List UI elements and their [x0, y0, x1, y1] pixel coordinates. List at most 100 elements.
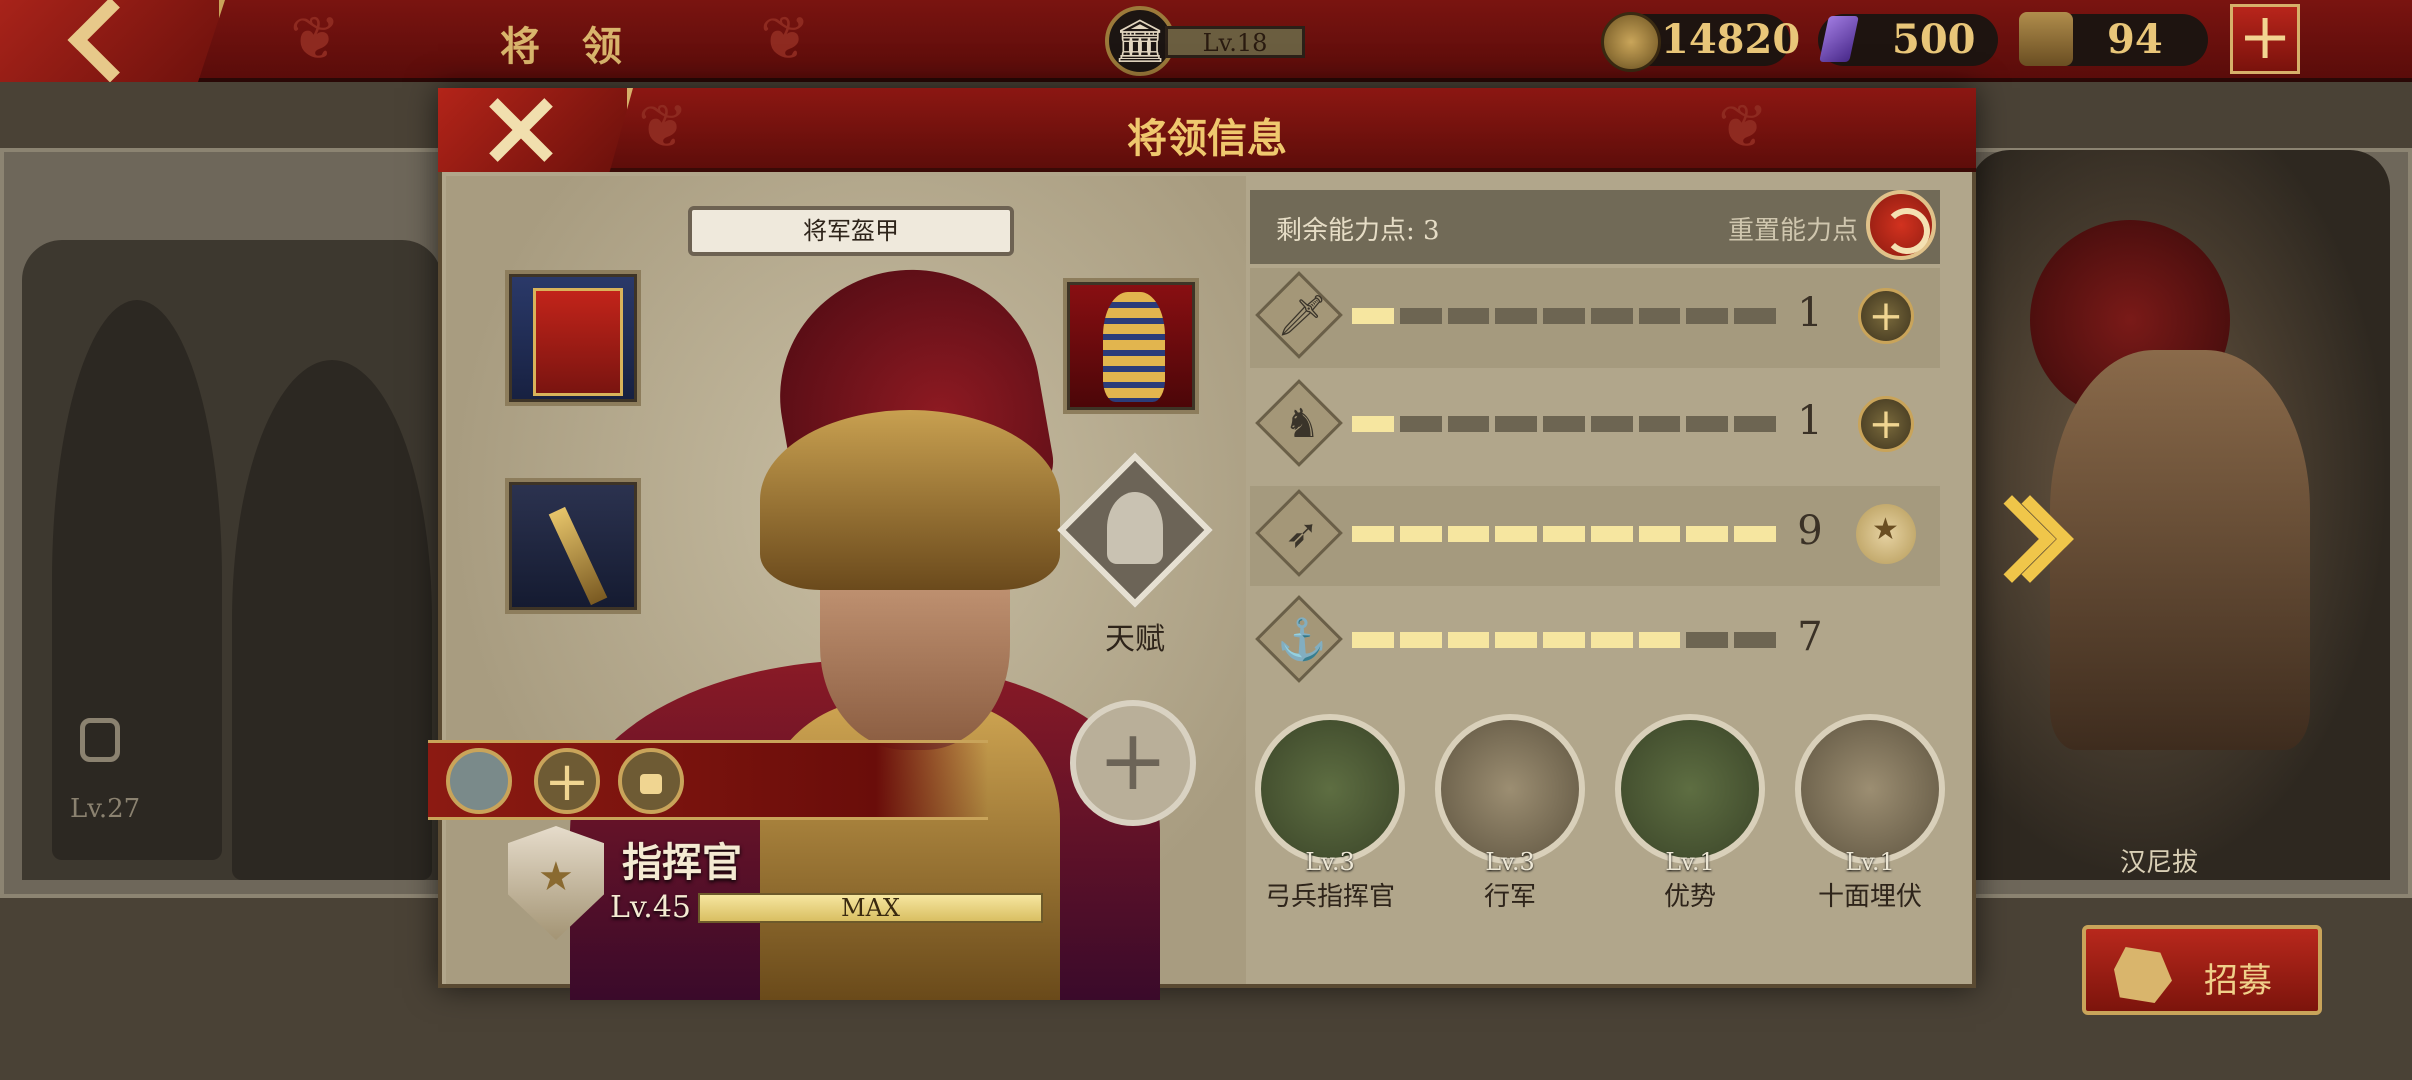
locked-general-card[interactable] — [22, 240, 442, 880]
page-title: 将 领 — [500, 23, 636, 70]
chevron-left-icon — [67, 0, 153, 82]
laurel-icon: ❦ — [290, 4, 341, 74]
bar-segment — [1638, 416, 1681, 432]
lock-icon — [80, 718, 120, 762]
standard-equipment-slot[interactable] — [505, 478, 641, 614]
lock-icon[interactable] — [618, 748, 684, 814]
recruit-button[interactable]: 招募 — [2082, 925, 2322, 1015]
spqr-amount: 94 — [2107, 16, 2163, 63]
bar-segment — [1590, 308, 1633, 324]
stat-value: 1 — [1797, 290, 1823, 336]
bar-segment — [1352, 308, 1394, 324]
helmet — [760, 410, 1060, 590]
horse-icon: ♞ — [1284, 401, 1320, 447]
bar-segment — [1543, 308, 1585, 324]
skill-name: 弓兵指挥官 — [1264, 882, 1395, 912]
add-resource-button[interactable]: + — [2230, 4, 2300, 74]
bar-segment — [1686, 526, 1729, 542]
bar-segment — [1638, 632, 1681, 648]
recruit-label: 招募 — [2204, 961, 2272, 1001]
hannibal-portrait — [2050, 350, 2310, 750]
skill-level: Lv.3 — [1305, 848, 1355, 876]
ability-points-header: 剩余能力点: 3 重置能力点 — [1250, 190, 1940, 264]
commander-level: Lv.45 — [610, 890, 692, 925]
modal-title: 将领信息 — [1127, 115, 1287, 162]
skill-name: 十面埋伏 — [1817, 882, 1922, 912]
bar-segment — [1686, 416, 1729, 432]
skill-icon[interactable] — [1795, 714, 1945, 864]
bar-segment — [1686, 632, 1729, 648]
bar-segment — [1495, 632, 1538, 648]
gem-resource[interactable]: 500 — [1818, 14, 1998, 66]
modal-header: ❦ ❦ 将领信息 — [438, 88, 1976, 172]
skill-icon[interactable] — [1435, 714, 1585, 864]
bar-segment — [1734, 308, 1777, 324]
bar-segment — [1352, 632, 1394, 648]
bar-segment — [1734, 526, 1777, 542]
locked-general-level: Lv.27 — [70, 794, 141, 824]
talent-label: 天赋 — [1105, 622, 1165, 657]
add-stat-button[interactable]: + — [1858, 396, 1914, 452]
bar-segment — [1734, 416, 1777, 432]
add-stat-button[interactable]: + — [1858, 288, 1914, 344]
add-talent-button[interactable]: + — [1070, 700, 1196, 826]
bar-segment — [1495, 526, 1538, 542]
reset-points-label: 重置能力点 — [1728, 216, 1859, 246]
skill-name: 优势 — [1663, 882, 1716, 912]
coin-amount: 14820 — [1661, 16, 1801, 63]
xp-bar: MAX — [698, 893, 1043, 923]
stat-row: ♞ 1 + — [1250, 376, 1940, 476]
eagle-emblem-icon[interactable] — [446, 748, 512, 814]
stat-row: ➶ 9 — [1250, 486, 1940, 586]
silhouette — [232, 360, 432, 880]
commander-skill-strip — [428, 740, 988, 820]
sword-icon: 🗡 — [1276, 293, 1328, 339]
pharaoh-mask-equipment-slot[interactable] — [1063, 278, 1199, 414]
bar-segment — [1590, 632, 1633, 648]
commander-rank: 指挥官 — [622, 839, 742, 886]
spartan-helmet-icon — [2114, 947, 2172, 1003]
skill-name: 行军 — [1483, 882, 1536, 912]
city-level: Lv.18 — [1165, 26, 1305, 58]
bar-segment — [1447, 632, 1490, 648]
next-general-arrow-icon[interactable] — [2005, 490, 2055, 580]
bar-segment — [1399, 632, 1442, 648]
gem-amount: 500 — [1892, 16, 1976, 63]
stat-value: 1 — [1797, 398, 1823, 444]
bar-segment — [1399, 308, 1442, 324]
spqr-eagle-icon — [2019, 12, 2073, 66]
skill-level: Lv.1 — [1665, 848, 1715, 876]
bar-segment — [1734, 632, 1777, 648]
bar-segment — [1447, 526, 1490, 542]
banner-equipment-slot[interactable] — [505, 270, 641, 406]
bar-segment — [1447, 308, 1490, 324]
close-button[interactable] — [438, 88, 633, 172]
bar-segment — [1638, 308, 1681, 324]
silhouette — [52, 300, 222, 860]
armor-label[interactable]: 将军盔甲 — [688, 206, 1014, 256]
remaining-points: 剩余能力点: 3 — [1276, 216, 1440, 246]
stat-value: 9 — [1797, 508, 1823, 554]
stat-row: 🗡 1 + — [1250, 268, 1940, 368]
skill-icon[interactable] — [1255, 714, 1405, 864]
skill-level: Lv.1 — [1845, 848, 1895, 876]
back-button[interactable] — [0, 0, 225, 82]
add-slot-button[interactable]: + — [534, 748, 600, 814]
bow-icon: ➶ — [1285, 511, 1319, 557]
skill-icon[interactable] — [1615, 714, 1765, 864]
gem-icon — [1814, 12, 1868, 66]
bar-segment — [1352, 526, 1394, 542]
anchor-icon: ⚓ — [1277, 617, 1327, 663]
spqr-resource[interactable]: 94 — [2019, 12, 2208, 66]
laurel-icon: ❦ — [760, 4, 811, 74]
reset-points-button[interactable] — [1866, 190, 1936, 260]
bar-segment — [1590, 526, 1633, 542]
bar-segment — [1543, 526, 1585, 542]
stat-value: 7 — [1797, 614, 1823, 660]
stat-progress-bar — [1352, 308, 1777, 324]
max-star-medal-icon — [1856, 504, 1916, 564]
coin-icon — [1601, 12, 1661, 72]
coin-resource[interactable]: 14820 — [1601, 12, 1800, 72]
bar-segment — [1447, 416, 1490, 432]
stat-progress-bar — [1352, 632, 1777, 648]
